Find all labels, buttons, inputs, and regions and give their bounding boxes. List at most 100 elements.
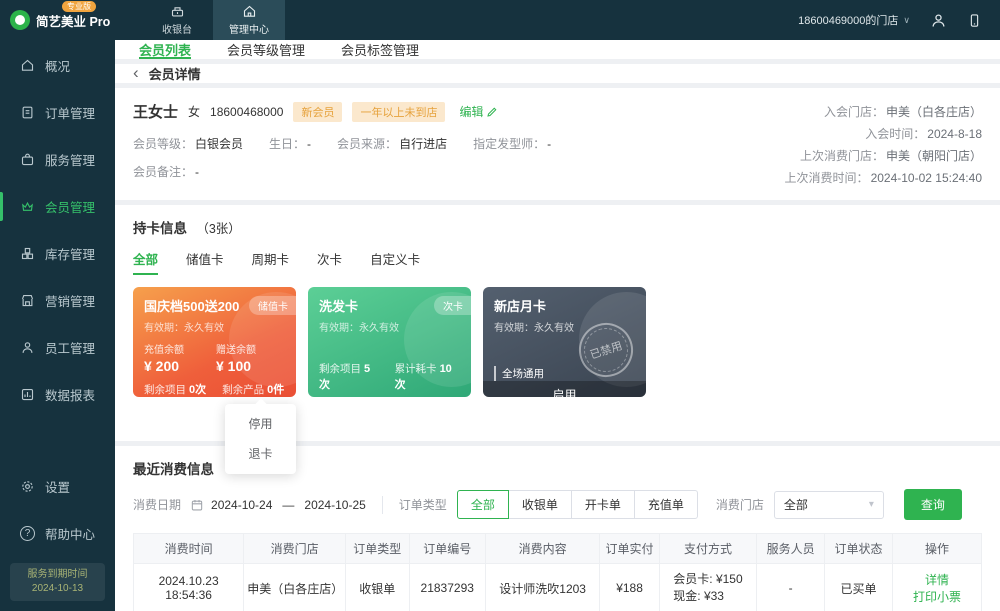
order-type-recharge[interactable]: 充值单 bbox=[634, 490, 698, 519]
date-from-input[interactable]: 2024-10-24 bbox=[211, 498, 272, 512]
query-button[interactable]: 查询 bbox=[904, 489, 962, 520]
order-type-open-card[interactable]: 开卡单 bbox=[571, 490, 635, 519]
sidebar-item-label: 员工管理 bbox=[45, 338, 95, 357]
cashier-icon bbox=[170, 4, 185, 19]
pay-method-line2: 现金: ¥33 bbox=[673, 589, 724, 603]
member-cards-row: 储值卡 国庆档500送200 有效期：永久有效 充值余额¥ 200 赠送余额¥ … bbox=[133, 287, 982, 397]
card-tab-times[interactable]: 次卡 bbox=[317, 249, 342, 275]
sidebar-item-label: 设置 bbox=[45, 477, 70, 496]
date-to-input[interactable]: 2024-10-25 bbox=[304, 498, 365, 512]
member-remark-label: 会员备注： bbox=[133, 165, 193, 179]
member-card-times: 次卡 洗发卡 有效期：永久有效 剩余项目5次 累计耗卡10次 指定范围 更多 bbox=[308, 287, 471, 397]
card-tab-period[interactable]: 周期卡 bbox=[252, 249, 290, 275]
breadcrumb: ‹ 会员详情 bbox=[115, 64, 1000, 83]
topnav-admin-center[interactable]: 管理中心 bbox=[213, 0, 285, 40]
member-birthday-label: 生日： bbox=[269, 137, 305, 151]
services-icon bbox=[20, 152, 35, 167]
sidebar-item-label: 营销管理 bbox=[45, 291, 95, 310]
gear-icon bbox=[20, 479, 35, 494]
detail-link[interactable]: 详情 bbox=[925, 573, 949, 587]
app-logo: 简艺美业 Pro 专业版 bbox=[0, 0, 115, 40]
member-level-value: 白银会员 bbox=[195, 137, 243, 151]
card-type-badge: 次卡 bbox=[434, 296, 471, 315]
cards-panel: 持卡信息 （3张） 全部 储值卡 周期卡 次卡 自定义卡 储值卡 国庆档500送… bbox=[115, 205, 1000, 441]
store-switcher[interactable]: 18600469000的门店 ∨ bbox=[798, 12, 910, 28]
service-expiry-box: 服务到期时间 2024-10-13 bbox=[10, 563, 105, 601]
card-more-dropdown: 停用 退卡 bbox=[225, 404, 296, 474]
member-source-value: 自行进店 bbox=[399, 137, 447, 151]
user-account-icon[interactable] bbox=[930, 12, 947, 29]
recharge-balance-label: 充值余额 bbox=[144, 341, 184, 356]
menu-item-disable[interactable]: 停用 bbox=[225, 409, 296, 439]
card-validity: 有效期：永久有效 bbox=[144, 319, 285, 334]
col-order-type: 订单类型 bbox=[345, 534, 409, 564]
sidebar-item-label: 库存管理 bbox=[45, 244, 95, 263]
inventory-icon bbox=[20, 246, 35, 261]
cell-time: 2024.10.23 18:54:36 bbox=[134, 564, 244, 611]
sidebar-item-inventory[interactable]: 库存管理 bbox=[0, 230, 115, 277]
last-store-label: 上次消费门店： bbox=[800, 149, 884, 163]
cell-content: 设计师洗吹1203 bbox=[485, 564, 599, 611]
back-button[interactable]: ‹ bbox=[133, 64, 139, 81]
card-tab-all[interactable]: 全部 bbox=[133, 249, 158, 275]
cell-staff: - bbox=[757, 564, 825, 611]
cards-count: （3张） bbox=[196, 222, 240, 236]
member-tag-inactive: 一年以上未到店 bbox=[352, 102, 445, 122]
card-tab-stored-value[interactable]: 储值卡 bbox=[186, 249, 224, 275]
app-logo-icon bbox=[10, 10, 30, 30]
col-content: 消费内容 bbox=[485, 534, 599, 564]
sidebar-item-marketing[interactable]: 营销管理 bbox=[0, 277, 115, 324]
sidebar-item-label: 概况 bbox=[45, 56, 70, 75]
sidebar-item-members[interactable]: 会员管理 bbox=[0, 183, 115, 230]
member-info-right: 入会门店：申美（白各庄店） 入会时间：2024-8-18 上次消费门店：申美（朝… bbox=[785, 101, 982, 189]
sidebar-item-reports[interactable]: 数据报表 bbox=[0, 371, 115, 418]
recharge-balance-value: ¥ 200 bbox=[144, 358, 184, 374]
col-paid: 订单实付 bbox=[600, 534, 659, 564]
store-filter-label: 消费门店 bbox=[716, 496, 764, 513]
sidebar-item-overview[interactable]: 概况 bbox=[0, 42, 115, 89]
card-tab-custom[interactable]: 自定义卡 bbox=[370, 249, 420, 275]
menu-item-refund-card[interactable]: 退卡 bbox=[225, 439, 296, 469]
marketing-icon bbox=[20, 293, 35, 308]
pencil-icon bbox=[486, 106, 498, 118]
edit-member-button[interactable]: 编辑 bbox=[459, 103, 498, 120]
tab-member-level[interactable]: 会员等级管理 bbox=[227, 40, 305, 59]
order-type-all[interactable]: 全部 bbox=[457, 490, 509, 519]
remaining-items-label: 剩余项目 bbox=[319, 363, 361, 375]
page-tabs: 会员列表 会员等级管理 会员标签管理 bbox=[115, 40, 1000, 59]
enable-button[interactable]: 启用 bbox=[483, 381, 646, 397]
sidebar-item-staff[interactable]: 员工管理 bbox=[0, 324, 115, 371]
sidebar-item-services[interactable]: 服务管理 bbox=[0, 136, 115, 183]
order-type-cashier[interactable]: 收银单 bbox=[508, 490, 572, 519]
tab-member-tags[interactable]: 会员标签管理 bbox=[341, 40, 419, 59]
member-gender: 女 bbox=[188, 103, 200, 120]
store-select[interactable]: 全部 ▾ bbox=[774, 491, 884, 519]
topnav-cashier[interactable]: 收银台 bbox=[141, 0, 213, 40]
print-receipt-link[interactable]: 打印小票 bbox=[913, 590, 961, 604]
member-stylist-label: 指定发型师： bbox=[473, 137, 545, 151]
topbar: 简艺美业 Pro 专业版 收银台 管理中心 18600469000的门店 ∨ bbox=[0, 0, 1000, 40]
member-level-label: 会员等级： bbox=[133, 137, 193, 151]
page-title: 会员详情 bbox=[149, 64, 201, 83]
member-phone: 18600468000 bbox=[210, 105, 283, 119]
cell-order-type: 收银单 bbox=[345, 564, 409, 611]
topbar-right: 18600469000的门店 ∨ bbox=[798, 0, 1000, 40]
cell-status: 已买单 bbox=[825, 564, 893, 611]
main-content: 会员列表 会员等级管理 会员标签管理 ‹ 会员详情 王女士 女 18600468… bbox=[115, 40, 1000, 611]
sidebar-item-help[interactable]: ? 帮助中心 bbox=[0, 510, 115, 557]
sidebar: 概况 订单管理 服务管理 会员管理 库存管理 营销管理 员工管理 数据报表 设置… bbox=[0, 40, 115, 611]
cell-order-no: 21837293 bbox=[409, 564, 485, 611]
staff-icon bbox=[20, 340, 35, 355]
member-birthday-value: - bbox=[307, 137, 311, 151]
sidebar-item-settings[interactable]: 设置 bbox=[0, 463, 115, 510]
cell-actions: 详情打印小票 bbox=[892, 564, 981, 611]
join-time-value: 2024-8-18 bbox=[927, 127, 982, 141]
help-icon: ? bbox=[20, 526, 35, 541]
col-time: 消费时间 bbox=[134, 534, 244, 564]
tab-member-list[interactable]: 会员列表 bbox=[139, 40, 191, 59]
mobile-app-icon[interactable] bbox=[967, 12, 982, 29]
remaining-items-value: 0次 bbox=[189, 384, 206, 396]
sidebar-item-orders[interactable]: 订单管理 bbox=[0, 89, 115, 136]
calendar-icon bbox=[190, 498, 204, 512]
remaining-items-label: 剩余项目 bbox=[144, 384, 186, 396]
